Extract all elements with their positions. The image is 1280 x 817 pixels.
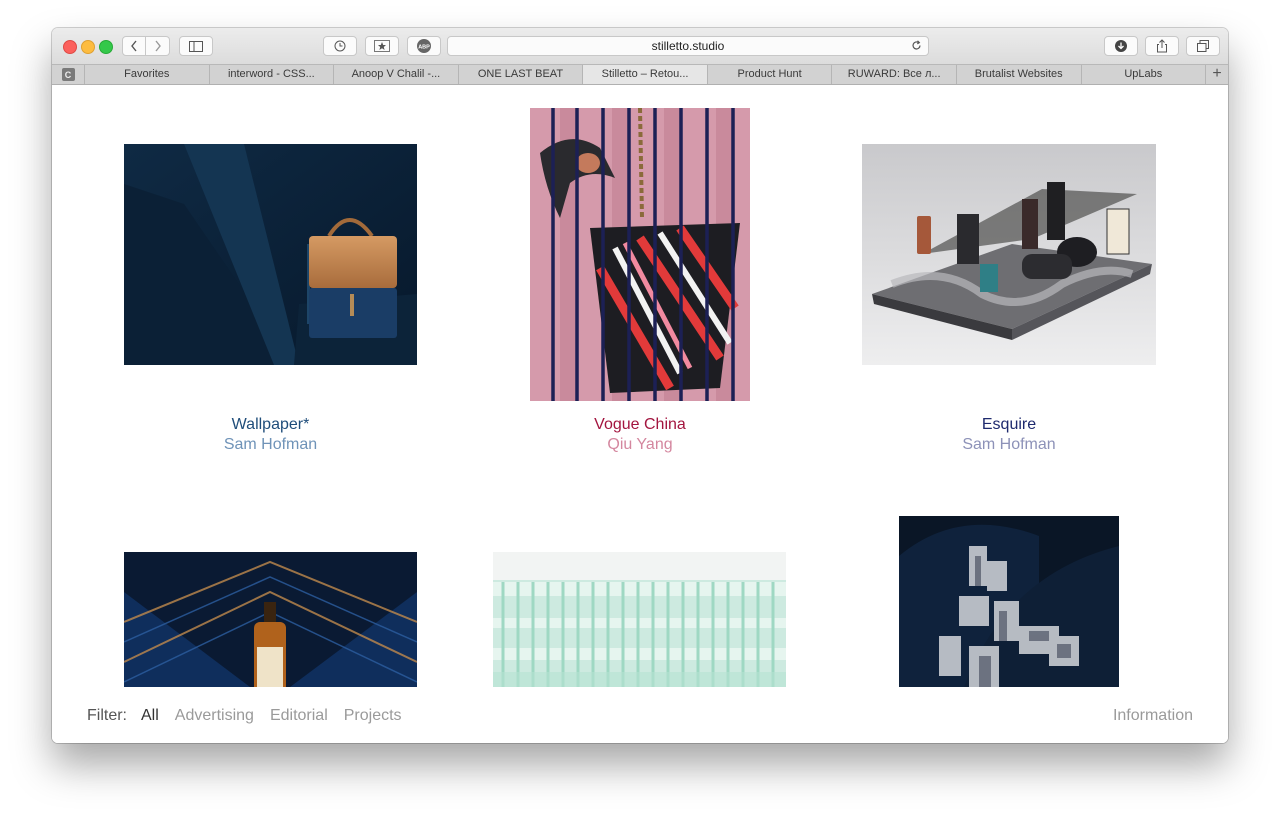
new-tab-button[interactable]: + (1206, 65, 1228, 84)
tab-one-last-beat[interactable]: ONE LAST BEAT (459, 65, 584, 84)
project-caption-vogue-china[interactable]: Vogue China Qiu Yang (530, 415, 750, 455)
tab-favorites[interactable]: Favorites (85, 65, 210, 84)
download-icon (1115, 40, 1127, 52)
close-window-button[interactable] (63, 40, 77, 54)
share-icon (1157, 39, 1167, 53)
pinned-tab-icon: C (61, 68, 75, 81)
project-author: Sam Hofman (223, 436, 318, 453)
project-title: Esquire (981, 416, 1037, 433)
tab-bar: C Favorites interword - CSS... Anoop V C… (52, 64, 1228, 85)
project-caption-esquire[interactable]: Esquire Sam Hofman (862, 415, 1156, 455)
tab-product-hunt[interactable]: Product Hunt (708, 65, 833, 84)
title-bar: ABP stilletto.studio (52, 28, 1228, 64)
tab-uplabs[interactable]: UpLabs (1082, 65, 1207, 84)
filter-all[interactable]: All (141, 707, 159, 725)
adblock-icon: ABP (417, 39, 431, 53)
project-author: Sam Hofman (962, 436, 1056, 453)
page-content: Wallpaper* Sam Hofman Vogue China Qiu Ya… (52, 85, 1228, 743)
pinned-tab[interactable]: C (52, 65, 85, 84)
project-author: Qiu Yang (607, 436, 673, 453)
adblock-label: ABP (418, 45, 430, 51)
tab-anoop[interactable]: Anoop V Chalil -... (334, 65, 459, 84)
glass-blocks-photo (493, 552, 786, 702)
address-text: stilletto.studio (651, 39, 725, 53)
browser-window: ABP stilletto.studio C Favorites interwo… (52, 28, 1228, 743)
filter-editorial[interactable]: Editorial (270, 707, 328, 725)
share-button[interactable] (1145, 36, 1179, 56)
handbag-photo (124, 144, 417, 365)
project-thumbnail-esquire[interactable] (862, 144, 1156, 365)
project-thumbnail-vogue-china[interactable] (530, 108, 750, 401)
whisky-bottle-photo (124, 552, 417, 702)
back-button[interactable] (122, 36, 146, 56)
project-title: Vogue China (594, 416, 686, 433)
tab-brutalist-websites[interactable]: Brutalist Websites (957, 65, 1082, 84)
project-caption-wallpaper[interactable]: Wallpaper* Sam Hofman (124, 415, 417, 455)
filter-label: Filter: (87, 707, 127, 724)
project-thumbnail-glass[interactable] (493, 552, 786, 702)
crystal-cubes-photo (899, 516, 1119, 702)
history-button[interactable] (323, 36, 357, 56)
filter-projects[interactable]: Projects (344, 707, 402, 725)
tab-ruward[interactable]: RUWARD: Все л... (832, 65, 957, 84)
project-title: Wallpaper* (231, 416, 310, 433)
address-bar[interactable]: stilletto.studio (447, 36, 929, 56)
project-thumbnail-whisky[interactable] (124, 552, 417, 702)
filter-bar: Filter: All Advertising Editorial Projec… (52, 687, 1228, 743)
tab-stilletto[interactable]: Stilletto – Retou... (583, 65, 708, 84)
filter-advertising[interactable]: Advertising (175, 707, 254, 725)
sidebar-button[interactable] (179, 36, 213, 56)
nav-buttons (122, 36, 170, 56)
zoom-window-button[interactable] (99, 40, 113, 54)
tab-interword[interactable]: interword - CSS... (210, 65, 335, 84)
reload-icon (912, 40, 921, 50)
tab-overview-button[interactable] (1186, 36, 1220, 56)
adblock-button[interactable]: ABP (407, 36, 441, 56)
tabs-overview-icon (1197, 40, 1209, 52)
back-icon (131, 40, 137, 52)
bookmarks-icon (374, 40, 390, 52)
reload-button[interactable] (911, 37, 922, 56)
filter-group: Filter: All Advertising Editorial Projec… (87, 707, 402, 725)
forward-icon (154, 40, 161, 52)
project-thumbnail-wallpaper[interactable] (124, 144, 417, 365)
forward-button[interactable] (146, 36, 170, 56)
project-thumbnail-cubes[interactable] (899, 516, 1119, 702)
striped-bag-photo (530, 108, 750, 401)
perfume-tray-photo (862, 144, 1156, 365)
information-link[interactable]: Information (1113, 707, 1193, 725)
minimize-window-button[interactable] (81, 40, 95, 54)
downloads-button[interactable] (1104, 36, 1138, 56)
history-icon (334, 40, 346, 52)
bookmarks-button[interactable] (365, 36, 399, 56)
sidebar-icon (189, 40, 203, 52)
